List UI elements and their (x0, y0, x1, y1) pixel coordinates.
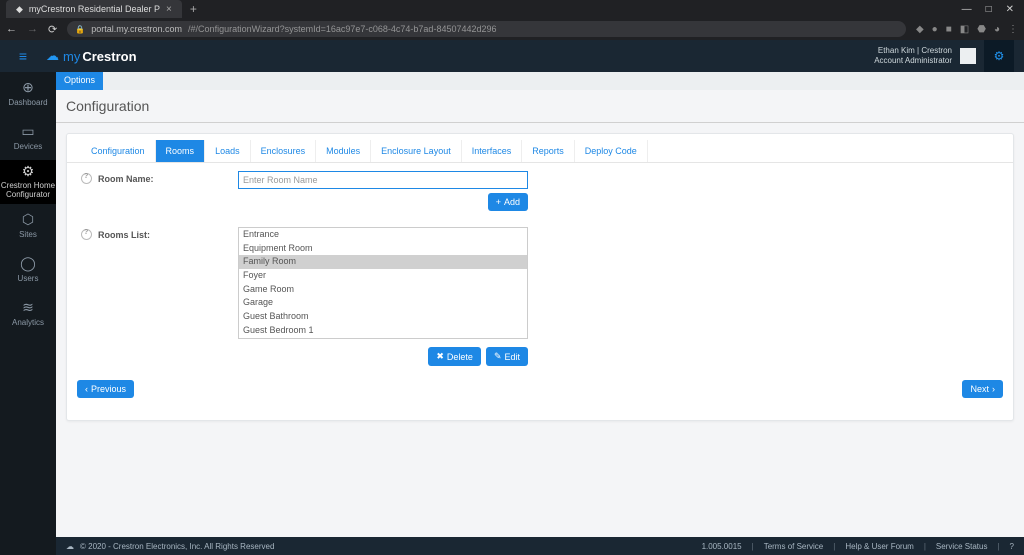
window-close-icon[interactable]: ✕ (1006, 4, 1014, 15)
plus-icon: + (496, 197, 501, 207)
users-icon: ◯ (20, 256, 36, 271)
dashboard-icon: ⊕ (22, 80, 34, 95)
footer-help-icon[interactable]: ? (1010, 542, 1014, 551)
room-option[interactable]: Equipment Room (239, 242, 527, 256)
rail-config[interactable]: ⚙ Crestron Home Configurator (0, 160, 56, 204)
ext-5-icon[interactable]: ⬣ (977, 24, 986, 35)
user-name: Ethan Kim (878, 46, 915, 55)
new-tab-button[interactable]: + (190, 2, 197, 16)
nav-forward-icon: → (27, 23, 38, 35)
room-name-input[interactable] (238, 171, 528, 189)
room-option[interactable]: Gym (239, 338, 527, 340)
wizard-tab-configuration[interactable]: Configuration (81, 140, 156, 162)
window-minimize-icon[interactable]: — (962, 4, 972, 15)
wizard-tab-reports[interactable]: Reports (522, 140, 575, 162)
avatar[interactable] (960, 48, 976, 64)
room-option[interactable]: Entrance (239, 228, 527, 242)
rail-label: Sites (19, 231, 37, 240)
chevron-right-icon: › (992, 384, 995, 394)
user-org: Crestron (921, 46, 952, 55)
nav-back-icon[interactable]: ← (6, 23, 17, 35)
lock-icon: 🔒 (75, 25, 85, 34)
pencil-icon: ✎ (494, 351, 502, 362)
footer-link-status[interactable]: Service Status (936, 542, 988, 551)
rail-devices[interactable]: ▭ Devices (0, 116, 56, 160)
tab-favicon: ◆ (16, 4, 23, 15)
wizard-tab-deploy-code[interactable]: Deploy Code (575, 140, 648, 162)
nav-reload-icon[interactable]: ⟳ (48, 23, 57, 36)
window-maximize-icon[interactable]: □ (986, 4, 992, 15)
room-option[interactable]: Guest Bedroom 1 (239, 324, 527, 338)
help-icon[interactable] (81, 173, 92, 184)
room-name-label: Room Name: (98, 174, 154, 184)
devices-icon: ▭ (21, 124, 34, 139)
wizard-tab-modules[interactable]: Modules (316, 140, 371, 162)
url-path: /#/ConfigurationWizard?systemId=16ac97e7… (188, 24, 496, 34)
cloud-icon: ☁ (46, 48, 59, 64)
room-option[interactable]: Foyer (239, 269, 527, 283)
extension-icons: ◆ ● ■ ◧ ⬣ ◕ ⋮ (916, 24, 1018, 35)
ext-1-icon[interactable]: ◆ (916, 24, 924, 35)
browser-tab[interactable]: ◆ myCrestron Residential Dealer P × (6, 0, 182, 18)
footer-version: 1.005.0015 (702, 542, 742, 551)
user-role: Account Administrator (874, 56, 952, 66)
wizard-tab-rooms[interactable]: Rooms (156, 140, 206, 162)
room-option[interactable]: Garage (239, 296, 527, 310)
rooms-listbox[interactable]: EntranceEquipment RoomFamily RoomFoyerGa… (238, 227, 528, 339)
brand-logo[interactable]: ☁ myCrestron (46, 48, 137, 64)
rail-analytics[interactable]: ≋ Analytics (0, 292, 56, 336)
settings-gear-icon[interactable]: ⚙ (984, 40, 1014, 72)
footer-copyright: © 2020 - Crestron Electronics, Inc. All … (80, 542, 274, 551)
avatar-icon[interactable]: ◕ (994, 24, 1000, 35)
delete-button[interactable]: ✖ Delete (428, 347, 481, 366)
footer-link-help[interactable]: Help & User Forum (845, 542, 913, 551)
page-title: Configuration (56, 90, 1024, 123)
rail-users[interactable]: ◯ Users (0, 248, 56, 292)
rail-label: Analytics (12, 319, 44, 328)
rooms-list-label: Rooms List: (98, 230, 150, 240)
rail-label: Dashboard (8, 99, 47, 108)
chevron-left-icon: ‹ (85, 384, 88, 394)
rail-label: Devices (14, 143, 42, 152)
address-bar[interactable]: 🔒 portal.my.crestron.com /#/Configuratio… (67, 21, 906, 37)
x-icon: ✖ (436, 351, 444, 362)
kebab-menu-icon[interactable]: ⋮ (1008, 24, 1018, 35)
rail-label: Users (18, 275, 39, 284)
wizard-tab-enclosures[interactable]: Enclosures (251, 140, 317, 162)
room-option[interactable]: Game Room (239, 283, 527, 297)
ext-3-icon[interactable]: ■ (946, 24, 952, 35)
analytics-icon: ≋ (22, 300, 34, 315)
rail-dashboard[interactable]: ⊕ Dashboard (0, 72, 56, 116)
url-host: portal.my.crestron.com (91, 24, 182, 34)
next-button[interactable]: Next › (962, 380, 1003, 398)
subtab-options[interactable]: Options (56, 72, 103, 90)
room-option[interactable]: Guest Bathroom (239, 310, 527, 324)
rail-label: Crestron Home Configurator (0, 182, 56, 200)
room-option[interactable]: Family Room (239, 255, 527, 269)
wizard-tab-enclosure-layout[interactable]: Enclosure Layout (371, 140, 462, 162)
sites-icon: ⬡ (22, 212, 34, 227)
wizard-tab-loads[interactable]: Loads (205, 140, 251, 162)
ext-2-icon[interactable]: ● (932, 24, 938, 35)
tab-title: myCrestron Residential Dealer P (29, 4, 160, 14)
help-icon[interactable] (81, 229, 92, 240)
wizard-tab-interfaces[interactable]: Interfaces (462, 140, 523, 162)
add-button[interactable]: + Add (488, 193, 528, 211)
tab-close-icon[interactable]: × (166, 4, 172, 15)
config-icon: ⚙ (22, 164, 35, 179)
previous-button[interactable]: ‹ Previous (77, 380, 134, 398)
rail-sites[interactable]: ⬡ Sites (0, 204, 56, 248)
edit-button[interactable]: ✎ Edit (486, 347, 528, 366)
footer-link-terms[interactable]: Terms of Service (764, 542, 824, 551)
ext-4-icon[interactable]: ◧ (960, 24, 969, 35)
footer-logo-icon: ☁ (66, 542, 74, 551)
hamburger-icon[interactable]: ≡ (0, 48, 46, 64)
